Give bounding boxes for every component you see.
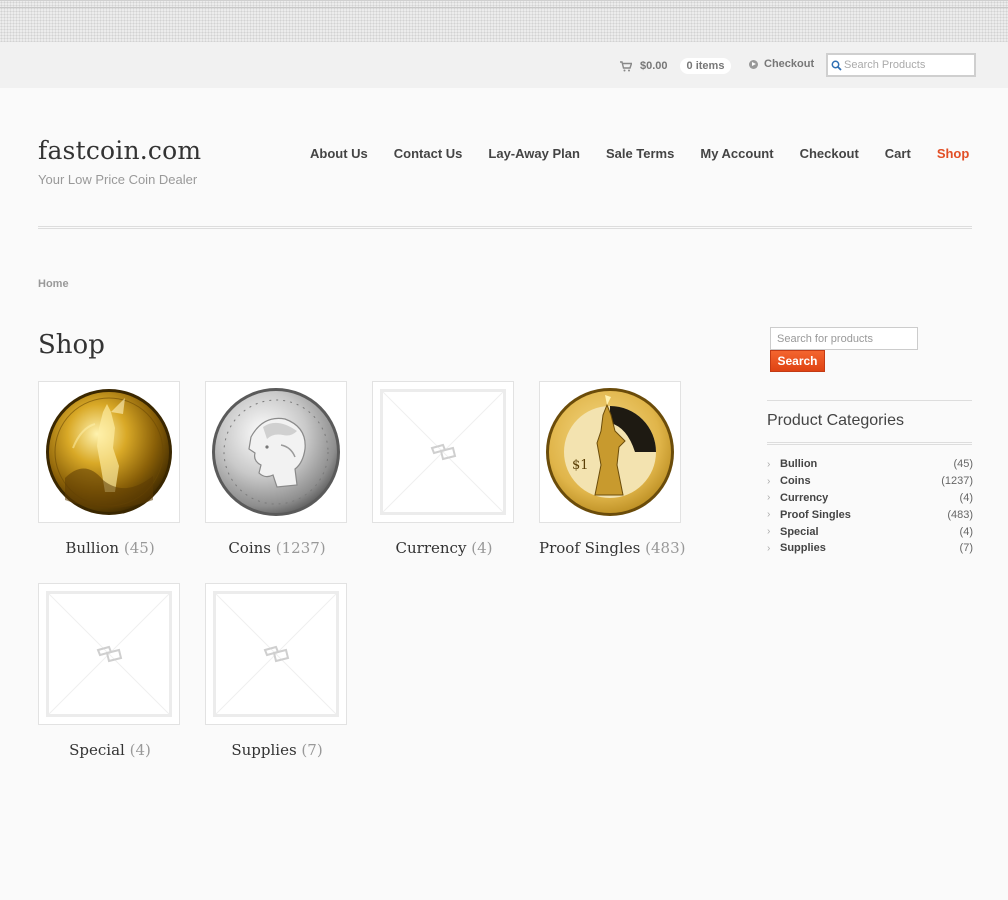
category-label: Currency (4) (372, 539, 516, 557)
category-card-special[interactable]: Special (4) (38, 583, 182, 759)
top-checkout-label: Checkout (764, 58, 815, 70)
category-count: (483) (645, 539, 686, 557)
gold-eagle-coin-image (46, 389, 172, 515)
svg-text:$1: $1 (572, 458, 589, 473)
category-count: (483) (947, 508, 973, 521)
category-label: Supplies (7) (205, 741, 349, 759)
category-thumbnail[interactable] (205, 381, 347, 523)
category-name[interactable]: Supplies (231, 741, 296, 759)
product-categories-list: › Bullion (45) › Coins (1237) › Currency… (767, 456, 973, 557)
placeholder-icon (430, 443, 457, 461)
category-card-currency[interactable]: Currency (4) (372, 381, 516, 557)
category-name[interactable]: Special (69, 741, 125, 759)
chevron-right-icon: › (767, 526, 771, 538)
cart-total[interactable]: $0.00 (640, 60, 668, 72)
category-thumbnail[interactable] (372, 381, 514, 523)
placeholder-icon (96, 645, 123, 663)
liberty-dollar-coin-image: $1 (546, 388, 674, 516)
category-thumbnail[interactable] (38, 583, 180, 725)
category-link[interactable]: Supplies (780, 542, 960, 554)
chevron-right-icon: › (767, 509, 771, 521)
widget-divider-bottom (767, 442, 972, 445)
category-card-bullion[interactable]: Bullion (45) (38, 381, 182, 557)
nav-lay-away-plan[interactable]: Lay-Away Plan (488, 146, 580, 161)
placeholder-image (380, 389, 506, 515)
category-link[interactable]: Coins (780, 475, 941, 487)
cart-icon (620, 60, 632, 71)
sidebar-search-button[interactable]: Search (770, 350, 825, 372)
category-thumbnail[interactable] (205, 583, 347, 725)
category-card-proof-singles[interactable]: $1 Proof Singles (483) (539, 381, 686, 557)
nav-about-us[interactable]: About Us (310, 146, 368, 161)
category-link[interactable]: Currency (780, 492, 960, 504)
category-count: (4) (471, 539, 493, 557)
list-item[interactable]: › Proof Singles (483) (767, 506, 973, 523)
list-item[interactable]: › Supplies (7) (767, 540, 973, 557)
nav-cart[interactable]: Cart (885, 146, 911, 161)
category-count: (45) (953, 458, 973, 471)
chevron-right-icon: › (767, 542, 771, 554)
mini-cart[interactable]: $0.00 0 items (620, 58, 732, 74)
category-label: Bullion (45) (38, 539, 182, 557)
chevron-right-icon: › (767, 458, 771, 470)
main-navigation: About Us Contact Us Lay-Away Plan Sale T… (310, 146, 969, 161)
category-link[interactable]: Proof Singles (780, 509, 947, 521)
top-checkout-link[interactable]: Checkout (749, 58, 814, 70)
category-card-coins[interactable]: Coins (1237) (205, 381, 349, 557)
breadcrumb: Home (38, 278, 69, 290)
category-count: (4) (959, 525, 973, 538)
category-name[interactable]: Currency (396, 539, 467, 557)
category-label: Coins (1237) (205, 539, 349, 557)
silver-dollar-coin-image (212, 388, 340, 516)
category-count: (1237) (941, 475, 973, 488)
category-link[interactable]: Bullion (780, 458, 953, 470)
category-name[interactable]: Bullion (65, 539, 119, 557)
chevron-right-icon: › (767, 492, 771, 504)
category-count: (4) (129, 741, 151, 759)
list-item[interactable]: › Currency (4) (767, 490, 973, 507)
placeholder-image (46, 591, 172, 717)
arrow-circle-icon (749, 59, 758, 69)
chevron-right-icon: › (767, 475, 771, 487)
cart-item-count[interactable]: 0 items (679, 58, 732, 74)
list-item[interactable]: › Coins (1237) (767, 473, 973, 490)
nav-checkout[interactable]: Checkout (800, 146, 859, 161)
product-categories-title: Product Categories (767, 412, 904, 429)
category-count: (45) (123, 539, 155, 557)
category-card-supplies[interactable]: Supplies (7) (205, 583, 349, 759)
category-label: Special (4) (38, 741, 182, 759)
top-search-box[interactable] (826, 53, 976, 77)
nav-contact-us[interactable]: Contact Us (394, 146, 463, 161)
category-count: (7) (301, 741, 323, 759)
top-search-input[interactable] (842, 59, 964, 71)
site-title[interactable]: fastcoin.com (38, 136, 201, 165)
category-thumbnail[interactable] (38, 381, 180, 523)
category-label: Proof Singles (483) (539, 539, 686, 557)
category-count: (4) (959, 491, 973, 504)
placeholder-image (213, 591, 339, 717)
list-item[interactable]: › Special (4) (767, 523, 973, 540)
site-tagline: Your Low Price Coin Dealer (38, 172, 198, 187)
category-name[interactable]: Proof Singles (539, 539, 640, 557)
category-link[interactable]: Special (780, 526, 960, 538)
header-divider (38, 226, 972, 229)
category-count: (1237) (275, 539, 326, 557)
browser-top-strip (0, 0, 1008, 42)
nav-shop[interactable]: Shop (937, 146, 970, 161)
nav-sale-terms[interactable]: Sale Terms (606, 146, 674, 161)
list-item[interactable]: › Bullion (45) (767, 456, 973, 473)
page-title: Shop (38, 330, 105, 360)
breadcrumb-home[interactable]: Home (38, 278, 69, 290)
search-icon (831, 60, 842, 71)
nav-my-account[interactable]: My Account (700, 146, 773, 161)
sidebar-search-input[interactable] (770, 327, 918, 350)
category-thumbnail[interactable]: $1 (539, 381, 681, 523)
category-count: (7) (959, 542, 973, 555)
category-name[interactable]: Coins (228, 539, 271, 557)
widget-divider-top (767, 400, 972, 401)
placeholder-icon (263, 645, 290, 663)
